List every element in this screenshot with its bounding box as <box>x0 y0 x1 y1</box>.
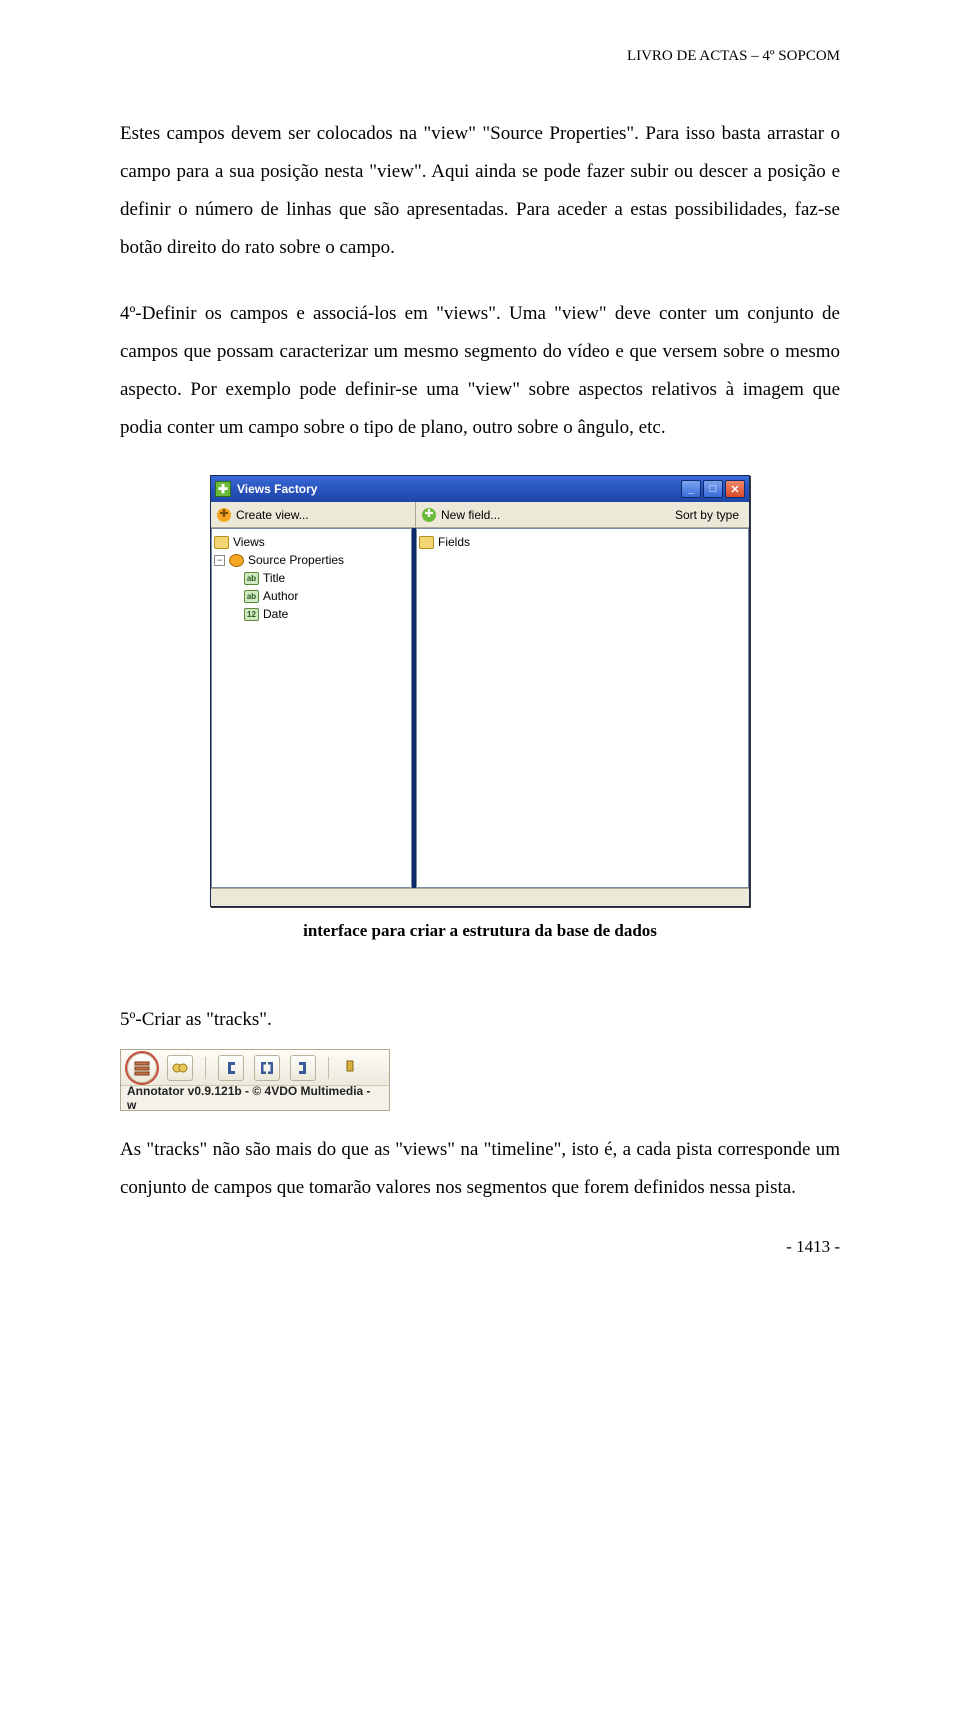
tree-leaf-author[interactable]: ab Author <box>214 587 409 605</box>
annotator-toolbar: Annotator v0.9.121b - © 4VDO Multimedia … <box>120 1049 390 1111</box>
figure-annotator-toolbar: Annotator v0.9.121b - © 4VDO Multimedia … <box>120 1049 840 1111</box>
page-header: LIVRO DE ACTAS – 4º SOPCOM <box>120 48 840 65</box>
tree-leaf-label: Title <box>263 571 285 585</box>
folder-icon <box>419 536 434 549</box>
tree-leaf-title[interactable]: ab Title <box>214 569 409 587</box>
collapse-icon[interactable]: − <box>214 555 225 566</box>
sort-by-type-button[interactable]: Sort by type <box>675 508 739 522</box>
toolbar-button-2[interactable] <box>167 1055 193 1081</box>
toolbar-separator <box>205 1057 206 1079</box>
tracks-icon <box>134 1060 150 1076</box>
new-field-icon: ✚ <box>422 508 436 522</box>
bracket-left-icon <box>223 1060 239 1076</box>
tree-node-source-properties[interactable]: − Source Properties <box>214 551 409 569</box>
fields-pane[interactable]: Fields <box>416 528 749 888</box>
toolbar-button-5[interactable] <box>290 1055 316 1081</box>
field-icon: 12 <box>244 608 259 621</box>
app-icon: ✚ <box>215 481 231 497</box>
window-title: Views Factory <box>237 482 681 496</box>
page-number: - 1413 - <box>120 1237 840 1257</box>
views-pane[interactable]: Views − Source Properties ab Title <box>211 528 412 888</box>
annotator-caption: Annotator v0.9.121b - © 4VDO Multimedia … <box>121 1086 389 1110</box>
tree-leaf-date[interactable]: 12 Date <box>214 605 409 623</box>
new-field-button[interactable]: New field... <box>441 508 500 522</box>
field-icon: ab <box>244 572 259 585</box>
figure-views-factory: ✚ Views Factory _ □ ✕ ✚ Create view... ✚… <box>120 475 840 907</box>
tree-leaf-label: Date <box>263 607 288 621</box>
minimize-button[interactable]: _ <box>681 480 701 498</box>
views-factory-window: ✚ Views Factory _ □ ✕ ✚ Create view... ✚… <box>210 475 750 907</box>
circles-icon <box>172 1060 188 1076</box>
tree-root-label: Views <box>233 535 265 549</box>
window-statusbar <box>211 888 749 906</box>
create-view-icon: ✚ <box>217 508 231 522</box>
properties-icon <box>229 554 244 567</box>
paragraph-3: 5º-Criar as "tracks". <box>120 1001 840 1039</box>
maximize-button[interactable]: □ <box>703 480 723 498</box>
window-titlebar[interactable]: ✚ Views Factory _ □ ✕ <box>211 476 749 502</box>
tree-leaf-label: Author <box>263 589 298 603</box>
toolbar-separator <box>328 1057 329 1079</box>
paragraph-1: Estes campos devem ser colocados na "vie… <box>120 115 840 267</box>
paragraph-4: As "tracks" não são mais do que as "view… <box>120 1131 840 1207</box>
folder-icon <box>214 536 229 549</box>
bracket-pair-icon <box>259 1060 275 1076</box>
bracket-right-icon <box>295 1060 311 1076</box>
toolbar: ✚ Create view... ✚ New field... Sort by … <box>211 502 749 528</box>
toolbar-button-4[interactable] <box>254 1055 280 1081</box>
tree-root-label: Fields <box>438 535 470 549</box>
tree-root-views[interactable]: Views <box>214 533 409 551</box>
toolbar-button-3[interactable] <box>218 1055 244 1081</box>
tree-root-fields[interactable]: Fields <box>419 533 746 551</box>
paragraph-2: 4º-Definir os campos e associá-los em "v… <box>120 295 840 447</box>
figure-caption: interface para criar a estrutura da base… <box>120 921 840 941</box>
field-icon: ab <box>244 590 259 603</box>
close-button[interactable]: ✕ <box>725 480 745 498</box>
tracks-button[interactable] <box>127 1053 157 1083</box>
create-view-button[interactable]: Create view... <box>236 508 309 522</box>
marker-icon <box>344 1060 356 1076</box>
tree-node-label: Source Properties <box>248 553 344 567</box>
toolbar-button-6[interactable] <box>341 1055 359 1081</box>
